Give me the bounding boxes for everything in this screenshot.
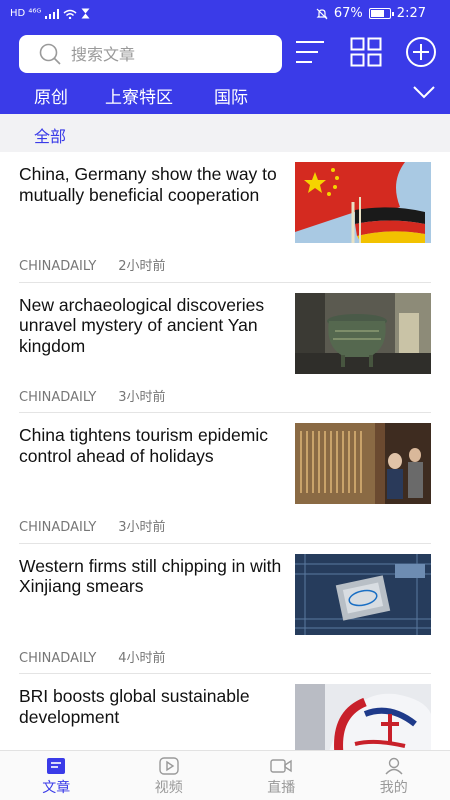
article-item[interactable]: China, Germany show the way to mutually … [19, 152, 431, 283]
tab-shangliao[interactable]: 上寮特区 [105, 83, 173, 108]
nav-article[interactable]: 文章 [0, 751, 113, 800]
article-source: CHINADAILY [19, 650, 97, 666]
status-left: HD ⁴⁶ᴳ [10, 8, 90, 19]
article-title: Western firms still chipping in with Xin… [19, 555, 282, 597]
article-item[interactable]: BRI boosts global sustainable developmen… [19, 674, 431, 750]
wifi-icon [63, 9, 77, 19]
app-header: HD ⁴⁶ᴳ 67% 2:27 原创 上寮特区 国际 [0, 0, 450, 117]
article-icon [47, 758, 66, 774]
chevron-down-icon [413, 86, 435, 99]
nav-profile[interactable]: 我的 [338, 751, 450, 800]
expand-tabs-button[interactable] [412, 84, 436, 103]
article-title: BRI boosts global sustainable developmen… [19, 686, 250, 727]
video-icon [159, 757, 179, 775]
battery-icon [368, 8, 394, 19]
mute-icon [316, 8, 328, 19]
signal-icon [45, 8, 60, 19]
status-right: 67% 2:27 [316, 6, 426, 21]
article-list: China, Germany show the way to mutually … [0, 152, 450, 750]
nav-profile-label: 我的 [379, 780, 408, 796]
article-item[interactable]: China tightens tourism epidemic control … [19, 413, 431, 544]
menu-icon [296, 41, 324, 63]
filter-all[interactable]: 全部 [34, 123, 66, 147]
article-thumbnail-museum [295, 423, 431, 504]
article-thumbnail-flags [295, 162, 431, 243]
article-meta: CHINADAILY 2小时前 [19, 255, 166, 274]
plus-circle-icon [406, 37, 436, 67]
article-item[interactable]: Western firms still chipping in with Xin… [19, 544, 431, 674]
grid-icon [350, 37, 382, 67]
article-source: CHINADAILY [19, 520, 97, 535]
category-tabs: 原创 上寮特区 国际 [0, 80, 450, 117]
network-indicator: HD ⁴⁶ᴳ [10, 8, 42, 19]
clock: 2:27 [396, 6, 426, 21]
article-title: New archaeological discoveries unravel m… [19, 294, 265, 356]
article-title: China tightens tourism epidemic control … [19, 425, 269, 466]
search-bar[interactable] [19, 35, 282, 73]
article-source: CHINADAILY [19, 389, 97, 405]
profile-icon [385, 757, 403, 775]
status-bar: HD ⁴⁶ᴳ 67% 2:27 [0, 0, 450, 30]
live-icon [270, 759, 292, 773]
grid-button[interactable] [349, 35, 383, 69]
nav-article-label: 文章 [42, 780, 71, 796]
add-button[interactable] [404, 35, 438, 69]
nav-video-label: 视频 [154, 780, 183, 796]
search-icon [39, 43, 61, 65]
article-meta: CHINADAILY 4小时前 [19, 647, 166, 666]
article-thumbnail-bri [295, 684, 431, 750]
tab-yuanchuang[interactable]: 原创 [34, 83, 68, 108]
filter-bar: 全部 [0, 114, 450, 152]
article-time: 4小时前 [118, 650, 166, 666]
article-source: CHINADAILY [19, 259, 97, 274]
article-meta: CHINADAILY 3小时前 [19, 516, 166, 535]
menu-button[interactable] [293, 35, 327, 69]
nav-video[interactable]: 视频 [113, 751, 226, 800]
article-time: 3小时前 [118, 389, 166, 405]
nav-live-label: 直播 [267, 780, 296, 796]
article-title: China, Germany show the way to mutually … [19, 164, 277, 205]
article-thumbnail-bronze [295, 292, 431, 374]
article-thumbnail-chip [295, 553, 431, 635]
tab-guoji[interactable]: 国际 [199, 83, 263, 117]
battery-percent: 67% [333, 6, 363, 21]
article-time: 3小时前 [118, 520, 166, 535]
article-time: 2小时前 [118, 259, 166, 274]
hourglass-icon [81, 8, 90, 19]
article-item[interactable]: New archaeological discoveries unravel m… [19, 283, 431, 413]
bottom-navigation: 文章 视频 直播 我的 [0, 750, 450, 800]
search-input[interactable] [71, 44, 251, 64]
article-meta: CHINADAILY 3小时前 [19, 386, 166, 405]
nav-live[interactable]: 直播 [225, 751, 338, 800]
